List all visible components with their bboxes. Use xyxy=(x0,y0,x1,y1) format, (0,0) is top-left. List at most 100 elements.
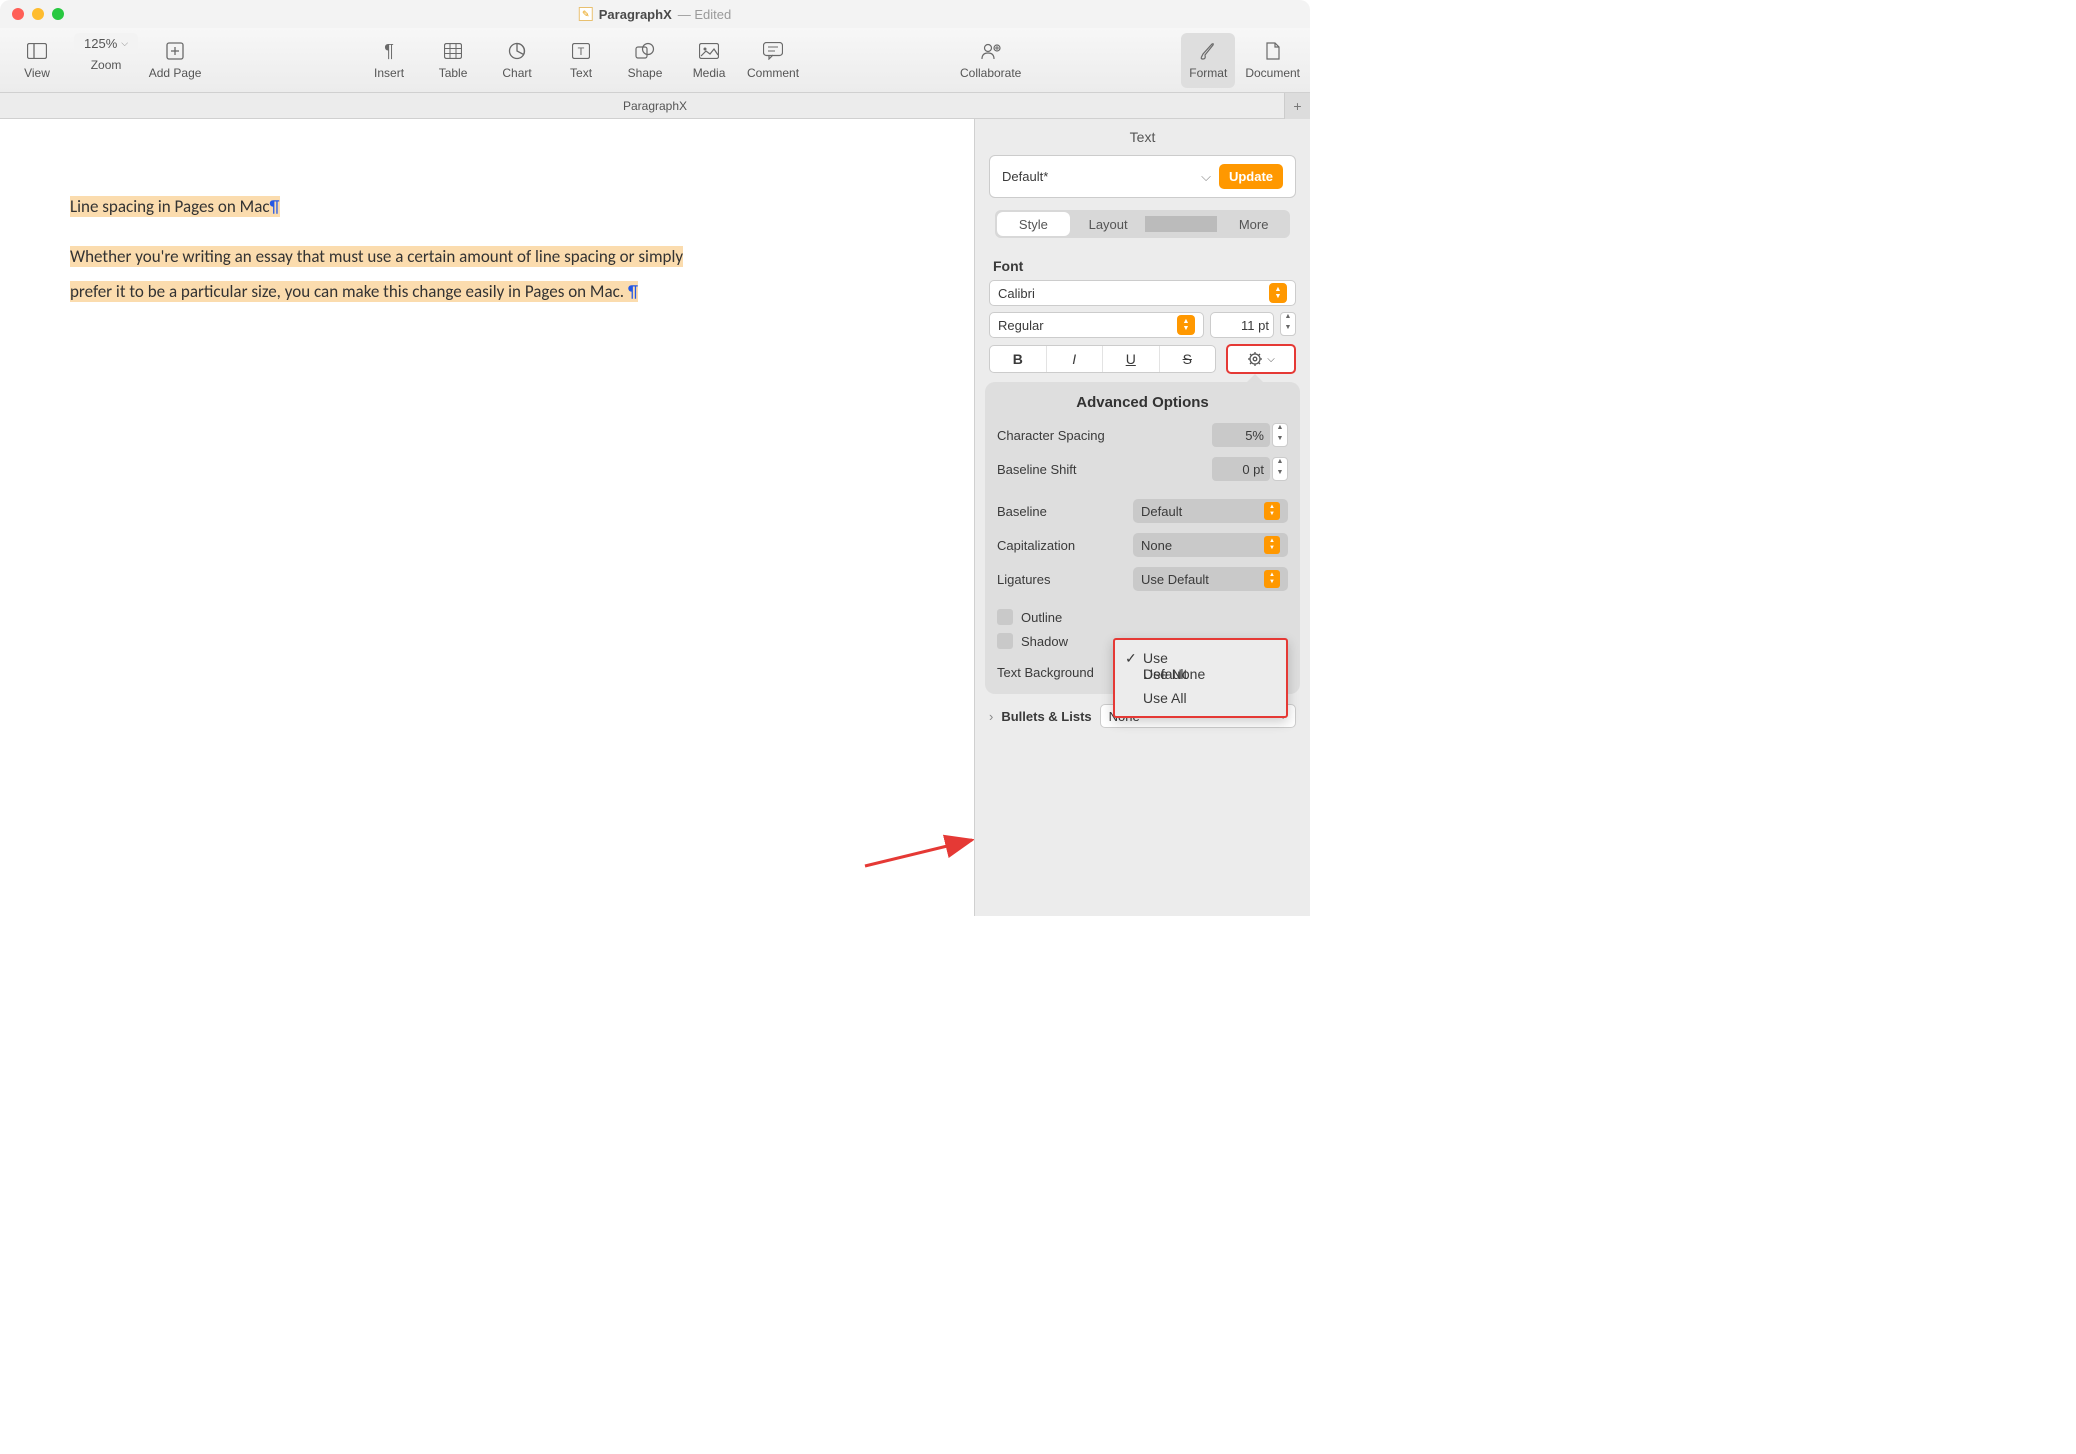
baseline-shift-label: Baseline Shift xyxy=(997,462,1077,477)
tab-more[interactable]: More xyxy=(1217,210,1290,238)
font-family-select[interactable]: Calibri ▲▼ xyxy=(989,280,1296,306)
advanced-options-title: Advanced Options xyxy=(997,394,1288,411)
ligatures-select[interactable]: Use Default ▲▼ xyxy=(1133,567,1288,591)
ligatures-option-none[interactable]: Use None xyxy=(1115,662,1286,686)
select-arrows-icon: ▲▼ xyxy=(1264,536,1280,554)
inspector-tabs[interactable]: Style Layout More xyxy=(995,210,1290,238)
baseline-shift-stepper[interactable]: ▲▼ xyxy=(1272,457,1288,481)
traffic-lights xyxy=(12,8,64,20)
document-line-1[interactable]: Line spacing in Pages on Mac xyxy=(70,196,270,217)
zoom-window-button[interactable] xyxy=(52,8,64,20)
disclosure-triangle-icon[interactable]: › xyxy=(989,709,993,724)
add-page-icon xyxy=(166,40,184,62)
advanced-options-button[interactable]: ⌵ xyxy=(1226,344,1296,374)
advanced-options-popover: Advanced Options Character Spacing 5% ▲▼… xyxy=(985,382,1300,694)
document-button[interactable]: Document xyxy=(1245,33,1300,88)
char-spacing-input[interactable]: 5% xyxy=(1212,423,1270,447)
shape-label: Shape xyxy=(628,66,663,80)
document-icon xyxy=(1265,40,1281,62)
pilcrow-icon: ¶ xyxy=(384,40,394,62)
font-size-input[interactable]: 11 pt xyxy=(1210,312,1274,338)
view-button[interactable]: View xyxy=(10,33,64,88)
window-title: ✎ ParagraphX — Edited xyxy=(579,7,731,22)
chart-label: Chart xyxy=(502,66,531,80)
table-icon xyxy=(444,40,462,62)
format-button[interactable]: Format xyxy=(1181,33,1235,88)
select-arrows-icon: ▲▼ xyxy=(1264,502,1280,520)
document-name: ParagraphX xyxy=(599,7,672,22)
insert-label: Insert xyxy=(374,66,404,80)
capitalization-select[interactable]: None ▲▼ xyxy=(1133,533,1288,557)
comment-label: Comment xyxy=(747,66,799,80)
zoom-value: 125% xyxy=(84,36,117,51)
text-icon: T xyxy=(572,40,590,62)
edited-indicator: — Edited xyxy=(678,7,731,22)
shape-icon xyxy=(635,40,655,62)
shape-button[interactable]: Shape xyxy=(618,33,672,88)
strikethrough-button[interactable]: S xyxy=(1160,346,1216,372)
ligatures-option-default[interactable]: Use Default xyxy=(1115,646,1157,662)
comment-button[interactable]: Comment xyxy=(746,33,800,88)
close-window-button[interactable] xyxy=(12,8,24,20)
paragraph-mark-icon: ¶ xyxy=(628,281,638,302)
outline-checkbox[interactable] xyxy=(997,609,1013,625)
page-content: Line spacing in Pages on Mac¶ Whether yo… xyxy=(0,119,780,380)
main-toolbar: View 125%⌵ Zoom Add Page ¶ Insert Table xyxy=(0,28,1310,93)
text-button[interactable]: T Text xyxy=(554,33,608,88)
media-label: Media xyxy=(693,66,726,80)
italic-button[interactable]: I xyxy=(1047,346,1104,372)
style-name: Default* xyxy=(1002,169,1048,184)
svg-text:T: T xyxy=(578,46,585,58)
chart-button[interactable]: Chart xyxy=(490,33,544,88)
chevron-down-icon: ⌵ xyxy=(1201,169,1211,185)
annotation-arrow xyxy=(860,834,975,874)
baseline-shift-input[interactable]: 0 pt xyxy=(1212,457,1270,481)
tab-name[interactable]: ParagraphX xyxy=(623,99,687,113)
bold-button[interactable]: B xyxy=(990,346,1047,372)
ligatures-option-all[interactable]: Use All xyxy=(1115,686,1286,710)
select-arrows-icon: ▲▼ xyxy=(1177,315,1195,335)
paragraph-mark-icon: ¶ xyxy=(270,196,280,217)
tab-layout[interactable]: Layout xyxy=(1072,210,1145,238)
chart-icon xyxy=(508,40,526,62)
font-size-stepper[interactable]: ▲▼ xyxy=(1280,312,1296,336)
document-canvas[interactable]: Line spacing in Pages on Mac¶ Whether yo… xyxy=(0,119,975,916)
font-style-value: Regular xyxy=(998,318,1044,333)
add-tab-button[interactable]: + xyxy=(1284,93,1310,119)
underline-button[interactable]: U xyxy=(1103,346,1160,372)
font-family-value: Calibri xyxy=(998,286,1035,301)
minimize-window-button[interactable] xyxy=(32,8,44,20)
outline-label: Outline xyxy=(1021,610,1062,625)
capitalization-label: Capitalization xyxy=(997,538,1075,553)
document-icon: ✎ xyxy=(579,7,593,21)
collaborate-button[interactable]: Collaborate xyxy=(960,33,1021,88)
media-button[interactable]: Media xyxy=(682,33,736,88)
text-label: Text xyxy=(570,66,592,80)
select-arrows-icon: ▲▼ xyxy=(1269,283,1287,303)
update-style-button[interactable]: Update xyxy=(1219,164,1283,189)
tab-style[interactable]: Style xyxy=(997,212,1070,236)
baseline-select[interactable]: Default ▲▼ xyxy=(1133,499,1288,523)
sidebar-icon xyxy=(27,40,47,62)
ligatures-label: Ligatures xyxy=(997,572,1050,587)
add-page-button[interactable]: Add Page xyxy=(148,33,202,88)
shadow-checkbox[interactable] xyxy=(997,633,1013,649)
paragraph-style-selector[interactable]: Default* ⌵ Update xyxy=(989,155,1296,198)
insert-button[interactable]: ¶ Insert xyxy=(362,33,416,88)
chevron-down-icon: ⌵ xyxy=(1267,354,1275,365)
font-section-label: Font xyxy=(975,254,1310,280)
format-inspector: Text Default* ⌵ Update Style Layout More… xyxy=(975,119,1310,916)
char-spacing-stepper[interactable]: ▲▼ xyxy=(1272,423,1288,447)
font-size-value: 11 pt xyxy=(1241,318,1269,333)
table-button[interactable]: Table xyxy=(426,33,480,88)
media-icon xyxy=(699,40,719,62)
char-spacing-label: Character Spacing xyxy=(997,428,1105,443)
brush-icon xyxy=(1198,40,1218,62)
font-style-select[interactable]: Regular ▲▼ xyxy=(989,312,1204,338)
document-line-2[interactable]: Whether you're writing an essay that mus… xyxy=(70,246,683,303)
zoom-control[interactable]: 125%⌵ Zoom xyxy=(74,33,138,88)
document-label: Document xyxy=(1245,66,1300,80)
view-label: View xyxy=(24,66,50,80)
tab-strip: ParagraphX + xyxy=(0,93,1310,119)
bullets-lists-label: Bullets & Lists xyxy=(1001,709,1091,724)
